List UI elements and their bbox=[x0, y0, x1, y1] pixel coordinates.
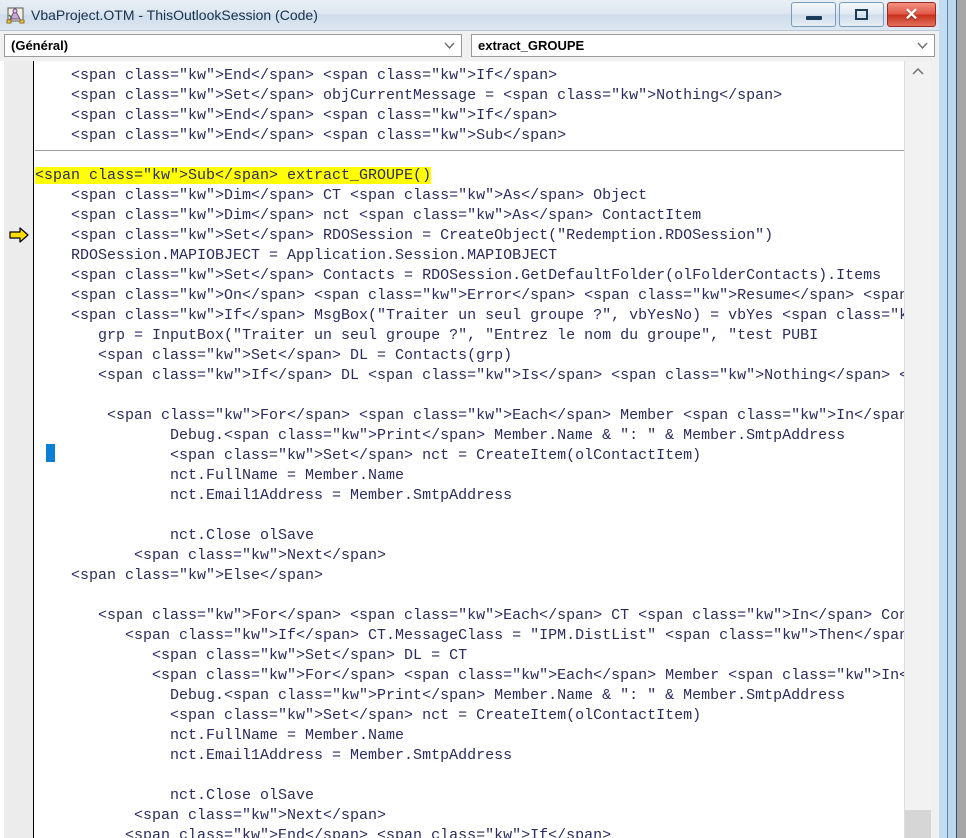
object-dropdown-value: (Général) bbox=[11, 38, 69, 53]
code-line[interactable]: <span class="kw">For</span> <span class=… bbox=[35, 406, 904, 426]
code-line[interactable]: <span class="kw">Set</span> RDOSession =… bbox=[35, 226, 904, 246]
close-icon: ✕ bbox=[904, 5, 919, 24]
code-line[interactable]: nct.Close olSave bbox=[35, 786, 904, 806]
code-line[interactable]: nct.Email1Address = Member.SmtpAddress bbox=[35, 486, 904, 506]
code-line[interactable] bbox=[35, 506, 904, 526]
code-line[interactable]: <span class="kw">On</span> <span class="… bbox=[35, 286, 904, 306]
code-line[interactable]: <span class="kw">For</span> <span class=… bbox=[35, 606, 904, 626]
code-line[interactable]: <span class="kw">If</span> MsgBox("Trait… bbox=[35, 306, 904, 326]
code-line[interactable] bbox=[35, 586, 904, 606]
minimize-icon bbox=[805, 15, 822, 20]
code-line[interactable]: <span class="kw">Set</span> nct = Create… bbox=[35, 706, 904, 726]
chevron-up-icon bbox=[912, 63, 924, 81]
code-editor[interactable]: <span class="kw">End</span> <span class=… bbox=[0, 61, 931, 838]
yellow-right-arrow-icon bbox=[9, 227, 30, 243]
window-controls: ✕ bbox=[791, 2, 936, 27]
procedure-dropdown[interactable]: extract_GROUPE bbox=[471, 34, 935, 57]
code-line[interactable] bbox=[35, 386, 904, 406]
chevron-down-icon bbox=[444, 41, 455, 50]
code-line[interactable]: Debug.<span class="kw">Print</span> Memb… bbox=[35, 426, 904, 446]
restore-icon bbox=[855, 9, 868, 20]
code-line[interactable]: <span class="kw">Set</span> nct = Create… bbox=[35, 446, 904, 466]
code-line[interactable]: <span class="kw">End</span> <span class=… bbox=[35, 106, 904, 126]
restore-button[interactable] bbox=[839, 2, 884, 27]
vertical-scrollbar[interactable] bbox=[904, 61, 931, 838]
minimize-button[interactable] bbox=[791, 2, 836, 27]
vba-editor-window: VbaProject.OTM - ThisOutlookSession (Cod… bbox=[0, 0, 966, 838]
text-caret bbox=[46, 444, 55, 462]
code-line[interactable]: grp = InputBox("Traiter un seul groupe ?… bbox=[35, 326, 904, 346]
code-line[interactable]: Debug.<span class="kw">Print</span> Memb… bbox=[35, 686, 904, 706]
code-scroll-region: <span class="kw">End</span> <span class=… bbox=[35, 61, 904, 838]
code-line[interactable] bbox=[35, 766, 904, 786]
object-dropdown[interactable]: (Général) bbox=[4, 34, 462, 57]
code-line[interactable]: <span class="kw">End</span> <span class=… bbox=[35, 66, 904, 86]
code-text[interactable]: <span class="kw">End</span> <span class=… bbox=[35, 61, 904, 838]
code-line[interactable]: <span class="kw">Dim</span> nct <span cl… bbox=[35, 206, 904, 226]
code-line[interactable]: nct.FullName = Member.Name bbox=[35, 726, 904, 746]
code-line[interactable]: nct.FullName = Member.Name bbox=[35, 466, 904, 486]
code-line[interactable]: <span class="kw">Sub</span> extract_GROU… bbox=[35, 166, 904, 186]
editor-combo-bar: (Général) extract_GROUPE bbox=[0, 31, 939, 60]
editor-margin-indicator-bar[interactable] bbox=[4, 61, 34, 838]
vba-project-icon bbox=[6, 6, 26, 24]
scroll-up-button[interactable] bbox=[905, 61, 931, 83]
code-line[interactable]: <span class="kw">For</span> <span class=… bbox=[35, 666, 904, 686]
code-line[interactable]: <span class="kw">End</span> <span class=… bbox=[35, 826, 904, 838]
desktop-background bbox=[957, 0, 966, 838]
close-button[interactable]: ✕ bbox=[887, 2, 936, 27]
window-border-highlight bbox=[948, 0, 956, 838]
code-line[interactable] bbox=[35, 146, 904, 166]
code-line[interactable]: <span class="kw">Else</span> bbox=[35, 566, 904, 586]
window-frame: VbaProject.OTM - ThisOutlookSession (Cod… bbox=[0, 0, 948, 838]
code-line[interactable]: RDOSession.MAPIOBJECT = Application.Sess… bbox=[35, 246, 904, 266]
code-line[interactable]: nct.Close olSave bbox=[35, 526, 904, 546]
window-inner: VbaProject.OTM - ThisOutlookSession (Cod… bbox=[0, 0, 939, 838]
chevron-down-icon bbox=[917, 41, 928, 50]
code-line[interactable]: <span class="kw">Set</span> objCurrentMe… bbox=[35, 86, 904, 106]
code-line[interactable]: <span class="kw">Set</span> DL = CT bbox=[35, 646, 904, 666]
code-line[interactable]: <span class="kw">If</span> DL <span clas… bbox=[35, 366, 904, 386]
procedure-dropdown-value: extract_GROUPE bbox=[478, 38, 585, 53]
code-line[interactable]: <span class="kw">Next</span> bbox=[35, 546, 904, 566]
code-line[interactable]: <span class="kw">If</span> CT.MessageCla… bbox=[35, 626, 904, 646]
code-line[interactable]: <span class="kw">End</span> <span class=… bbox=[35, 126, 904, 146]
code-line[interactable]: <span class="kw">Next</span> bbox=[35, 806, 904, 826]
code-line[interactable]: <span class="kw">Set</span> DL = Contact… bbox=[35, 346, 904, 366]
procedure-separator bbox=[35, 150, 904, 151]
scrollbar-track-bottom[interactable] bbox=[905, 810, 931, 838]
code-line[interactable]: <span class="kw">Dim</span> CT <span cla… bbox=[35, 186, 904, 206]
code-line[interactable]: nct.Email1Address = Member.SmtpAddress bbox=[35, 746, 904, 766]
window-title: VbaProject.OTM - ThisOutlookSession (Cod… bbox=[31, 7, 318, 23]
title-bar[interactable]: VbaProject.OTM - ThisOutlookSession (Cod… bbox=[0, 0, 939, 31]
code-line[interactable]: <span class="kw">Set</span> Contacts = R… bbox=[35, 266, 904, 286]
